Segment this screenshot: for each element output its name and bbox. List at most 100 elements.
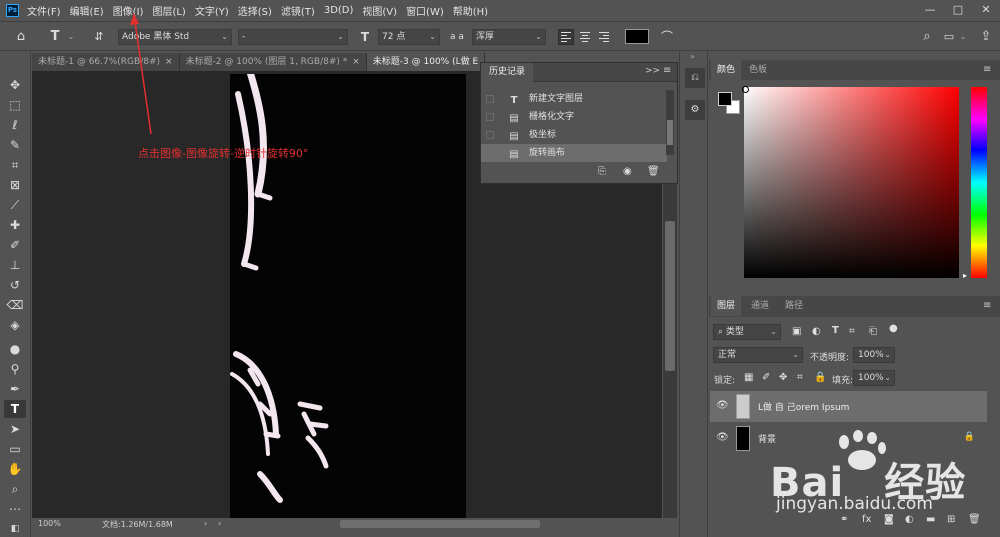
layer-name[interactable]: L做 自 己orem Ipsum [758, 400, 849, 413]
properties-panel-icon[interactable]: ⚙ [685, 100, 705, 120]
collapse-icon[interactable]: >> [645, 66, 660, 76]
filter-shape-icon[interactable]: ⌗ [849, 326, 855, 337]
tab-untitled-3[interactable]: 未标题-3 @ 100% (L做 E [366, 53, 486, 71]
rectangle-tool-icon[interactable]: ▭ [4, 440, 26, 458]
tab-paths[interactable]: 路径 [779, 296, 809, 316]
color-picker-handle[interactable] [742, 86, 749, 93]
collapse-icon[interactable]: » [690, 52, 695, 61]
new-group-icon[interactable]: ▬ [926, 514, 935, 525]
font-style-select[interactable]: - ⌄ [238, 29, 348, 45]
menu-window[interactable]: 窗口(W) [406, 3, 444, 18]
history-snapshot-checkbox[interactable] [486, 131, 494, 139]
add-mask-icon[interactable]: ◙ [884, 514, 894, 525]
brush-tool-icon[interactable]: ✐ [4, 236, 26, 254]
zoom-tool-icon[interactable]: ⌕ [4, 480, 26, 498]
search-icon[interactable]: ⌕ [918, 27, 936, 47]
lock-transparent-icon[interactable]: ▦ [744, 372, 753, 383]
history-snapshot-checkbox[interactable] [486, 95, 494, 103]
warp-text-icon[interactable]: ⌒ [658, 27, 676, 47]
history-item[interactable]: T 新建文字图层 [481, 90, 667, 108]
panel-menu-icon[interactable]: ≡ [983, 64, 991, 75]
color-field[interactable] [744, 87, 959, 278]
vertical-scroll-thumb[interactable] [665, 221, 675, 371]
history-snapshot-checkbox[interactable] [486, 113, 494, 121]
tab-swatches[interactable]: 色板 [743, 60, 773, 80]
panel-menu-icon[interactable]: ≡ [983, 300, 991, 311]
align-center-button[interactable] [577, 29, 593, 45]
history-panel-icon[interactable]: ⎌ [685, 68, 705, 88]
scroll-left-icon[interactable]: ‹ [218, 519, 221, 528]
blend-mode-select[interactable]: 正常 ⌄ [713, 347, 803, 363]
filter-pixel-icon[interactable]: ▣ [792, 326, 801, 337]
lock-image-icon[interactable]: ✐ [762, 372, 770, 383]
layer-row[interactable]: 👁 L做 自 己orem Ipsum [710, 391, 987, 422]
eye-icon[interactable]: 👁 [716, 400, 729, 411]
default-colors-icon[interactable]: ◧ [4, 520, 26, 537]
hue-slider[interactable] [971, 87, 987, 278]
eye-icon[interactable]: 👁 [716, 432, 729, 443]
history-item-selected[interactable]: ▤ 旋转画布 [481, 144, 667, 162]
frame-tool-icon[interactable]: ⊠ [4, 176, 26, 194]
stamp-tool-icon[interactable]: ⊥ [4, 256, 26, 274]
status-menu-icon[interactable]: › [204, 519, 207, 528]
more-tools-icon[interactable]: ⋯ [4, 500, 26, 518]
chevron-down-icon[interactable]: ⌄ [958, 27, 968, 47]
lock-position-icon[interactable]: ✥ [779, 372, 787, 383]
close-icon[interactable]: × [352, 57, 360, 67]
foreground-color-swatch[interactable] [718, 92, 732, 106]
tab-layers[interactable]: 图层 [711, 296, 742, 316]
healing-brush-icon[interactable]: ✚ [4, 216, 26, 234]
menu-view[interactable]: 视图(V) [362, 3, 397, 18]
eyedropper-tool-icon[interactable]: ⟋ [4, 196, 26, 214]
eraser-tool-icon[interactable]: ⌫ [4, 296, 26, 314]
crop-tool-icon[interactable]: ⌗ [4, 156, 26, 174]
filter-smart-object-icon[interactable]: ⎗ [869, 326, 877, 337]
document-canvas[interactable] [230, 74, 466, 518]
layer-name[interactable]: 背景 [758, 432, 776, 445]
filter-toggle-icon[interactable]: ● [889, 323, 898, 334]
history-tab[interactable]: 历史记录 [481, 63, 534, 82]
history-scroll-thumb[interactable] [667, 120, 673, 145]
tab-color[interactable]: 颜色 [711, 60, 742, 80]
adjustment-layer-icon[interactable]: ◐ [905, 514, 914, 525]
trash-icon[interactable]: 🗑 [647, 166, 660, 177]
close-window-button[interactable]: ✕ [972, 0, 1000, 20]
tab-untitled-2[interactable]: 未标题-2 @ 100% (图层 1, RGB/8#) * × [179, 53, 367, 71]
lock-artboard-icon[interactable]: ⌗ [797, 372, 803, 383]
camera-icon[interactable]: ◉ [623, 166, 632, 177]
hand-tool-icon[interactable]: ✋ [4, 460, 26, 478]
path-select-icon[interactable]: ➤ [4, 420, 26, 438]
antialias-select[interactable]: 浑厚 ⌄ [472, 29, 546, 45]
dodge-tool-icon[interactable]: ⚲ [4, 360, 26, 378]
history-brush-icon[interactable]: ↺ [4, 276, 26, 294]
workspace-icon[interactable]: ▭ [940, 27, 958, 47]
menu-select[interactable]: 选择(S) [238, 3, 272, 18]
text-color-swatch[interactable] [625, 29, 649, 44]
lock-all-icon[interactable]: 🔒 [814, 372, 826, 383]
hue-slider-handle-icon[interactable]: ▸ [963, 271, 967, 280]
trash-icon[interactable]: 🗑 [968, 514, 981, 525]
history-snapshot-checkbox[interactable] [486, 149, 494, 157]
horizontal-scroll-thumb[interactable] [340, 520, 540, 528]
blur-tool-icon[interactable]: ● [4, 340, 26, 358]
layer-filter-select[interactable]: ⌕ 类型 ⌄ [713, 324, 781, 340]
pen-tool-icon[interactable]: ✒ [4, 380, 26, 398]
history-item[interactable]: ▤ 栅格化文字 [481, 108, 667, 126]
minimize-button[interactable]: — [916, 0, 944, 20]
history-item[interactable]: ▤ 极坐标 [481, 126, 667, 144]
menu-3d[interactable]: 3D(D) [324, 5, 354, 16]
filter-type-icon[interactable]: T [832, 325, 839, 336]
fill-input[interactable]: 100% ⌄ [853, 370, 895, 386]
paint-bucket-icon[interactable]: ◈ [4, 316, 26, 334]
link-layers-icon[interactable]: ⚭ [840, 514, 848, 525]
filter-adjustment-icon[interactable]: ◐ [812, 326, 821, 337]
new-document-from-state-icon[interactable]: ⎘ [598, 166, 606, 177]
align-left-button[interactable] [558, 29, 574, 45]
layer-style-icon[interactable]: fx [862, 514, 871, 525]
menu-filter[interactable]: 滤镜(T) [281, 3, 315, 18]
opacity-input[interactable]: 100% ⌄ [853, 347, 895, 363]
new-layer-icon[interactable]: ⊞ [947, 514, 955, 525]
share-icon[interactable]: ⇪ [976, 27, 996, 47]
menu-help[interactable]: 帮助(H) [453, 3, 488, 18]
font-size-select[interactable]: 72 点 ⌄ [378, 29, 440, 45]
